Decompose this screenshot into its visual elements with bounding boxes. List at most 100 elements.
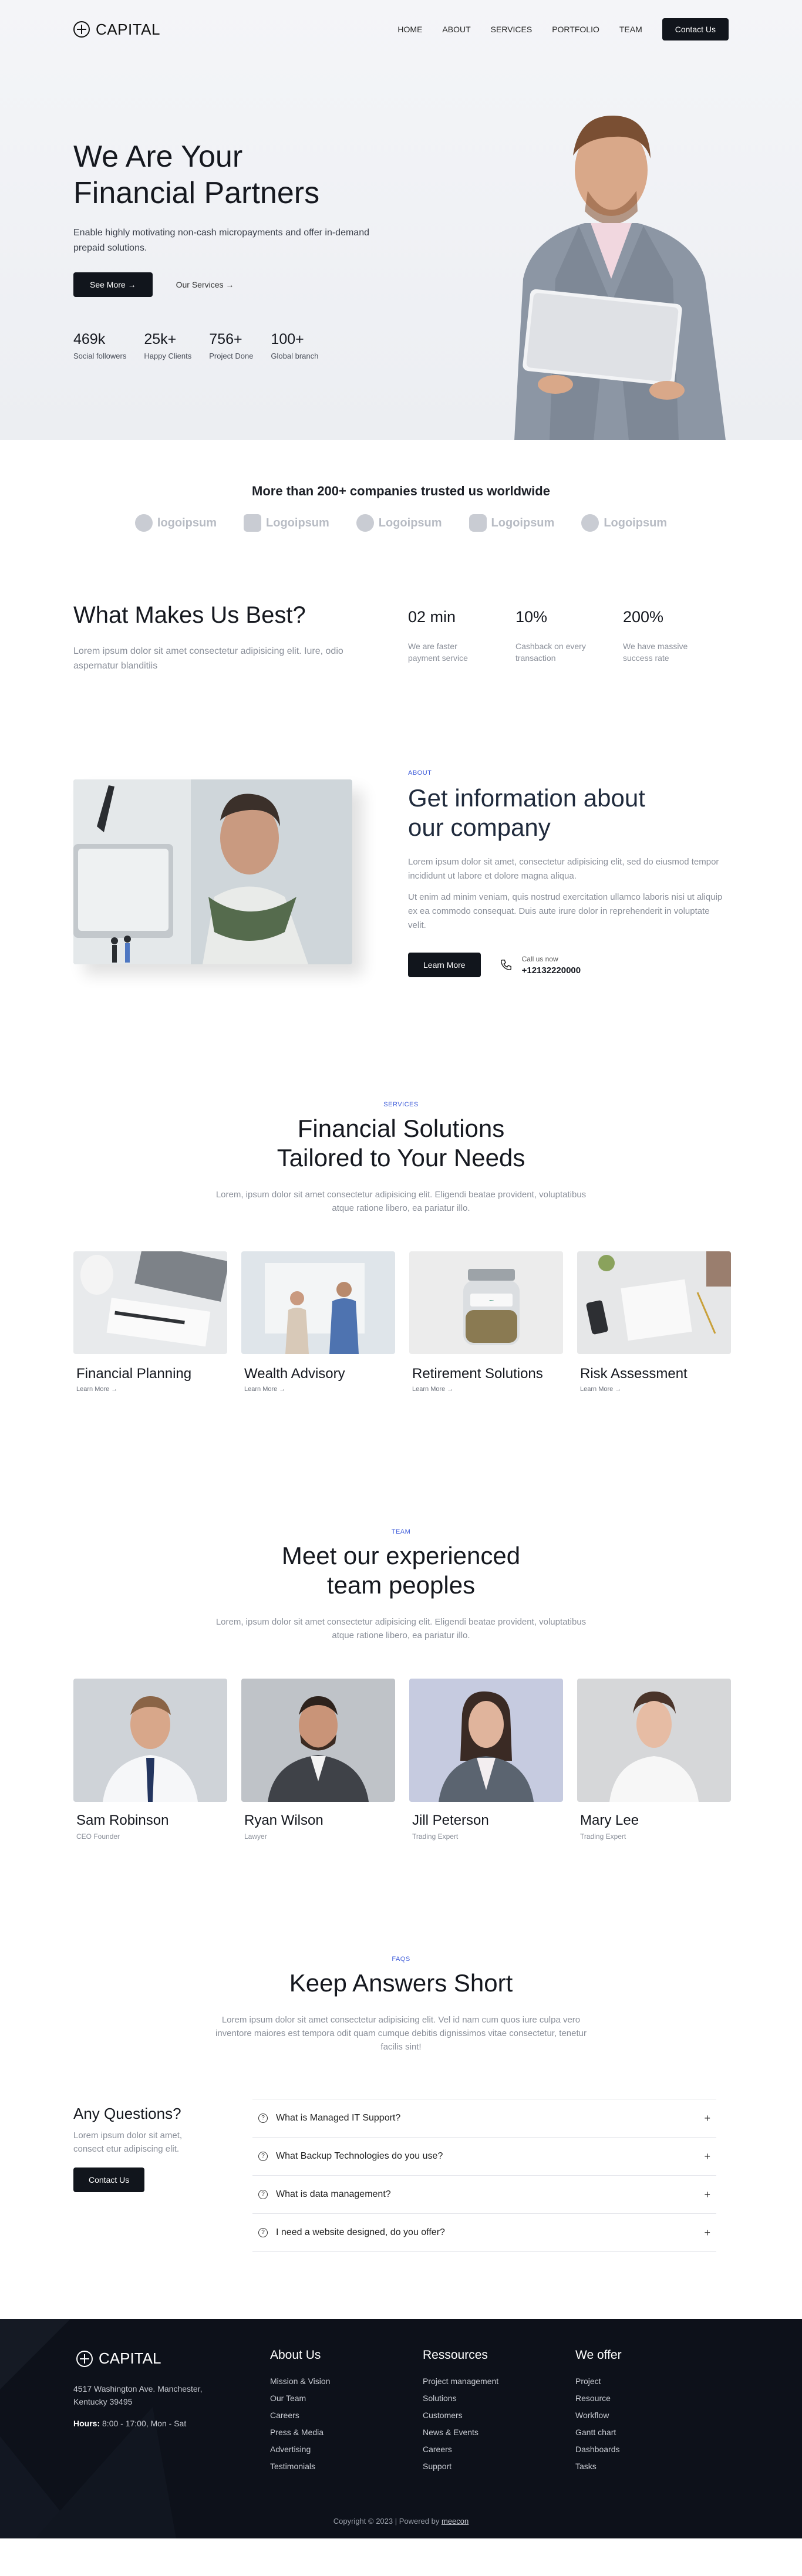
nav-link-team[interactable]: TEAM (619, 25, 642, 34)
why-stat-speed: 02 min We are faster payment service (408, 608, 481, 664)
team-member-photo (241, 1679, 395, 1802)
learn-more-button[interactable]: Learn More (408, 953, 481, 977)
footer-link[interactable]: Our Team (270, 2390, 330, 2407)
nav-link-portfolio[interactable]: PORTFOLIO (552, 25, 599, 34)
footer-link[interactable]: Solutions (423, 2390, 498, 2407)
why-us-title: What Makes Us Best? (73, 602, 306, 628)
footer-link[interactable]: Support (423, 2458, 498, 2475)
footer-link[interactable]: Project management (423, 2373, 498, 2390)
faq-item[interactable]: ? What is Managed IT Support? + (252, 2099, 716, 2138)
service-learn-more-link[interactable]: Learn More → (241, 1386, 395, 1393)
service-card-wealth-advisory[interactable]: Wealth Advisory Learn More → (241, 1251, 395, 1393)
brand-mark-icon (73, 21, 90, 38)
footer-column-we-offer: We offer Project Resource Workflow Gantt… (575, 2348, 622, 2475)
call-text: Call us now +12132220000 (522, 955, 581, 975)
plus-icon[interactable]: + (704, 2227, 710, 2239)
brand-name: CAPITAL (96, 20, 160, 38)
why-us-intro: What Makes Us Best? Lorem ipsum dolor si… (73, 602, 343, 673)
plus-icon[interactable]: + (704, 2150, 710, 2163)
faq-item[interactable]: ? What is data management? + (252, 2176, 716, 2214)
site-footer: CAPITAL 4517 Washington Ave. Manchester,… (0, 2319, 802, 2538)
faq-question: ? What Backup Technologies do you use? (258, 2151, 443, 2162)
why-stat-value: 10% (515, 608, 548, 626)
nav-contact-button[interactable]: Contact Us (662, 18, 729, 40)
nav-link-services[interactable]: SERVICES (491, 25, 533, 34)
footer-link[interactable]: Careers (423, 2441, 498, 2458)
footer-copyright: Copyright © 2023 | Powered by meecon (0, 2517, 802, 2526)
trusted-companies-section: More than 200+ companies trusted us worl… (0, 440, 802, 575)
stat-social-followers: 469k Social followers (73, 331, 126, 360)
team-member-role: Trading Expert (412, 1832, 459, 1841)
call-us[interactable]: Call us now +12132220000 (500, 955, 581, 975)
call-label: Call us now (521, 954, 558, 963)
stat-label: Social followers (73, 352, 127, 360)
top-navigation: CAPITAL HOME ABOUT SERVICES PORTFOLIO TE… (73, 0, 729, 59)
faq-question: ? What is Managed IT Support? (258, 2113, 400, 2123)
footer-link[interactable]: Customers (423, 2407, 498, 2424)
about-section: ABOUT Get information about our company … (0, 769, 802, 1101)
service-learn-more-link[interactable]: Learn More → (577, 1386, 731, 1393)
footer-link[interactable]: Mission & Vision (270, 2373, 330, 2390)
service-learn-more-link[interactable]: Learn More → (409, 1386, 563, 1393)
footer-link[interactable]: News & Events (423, 2424, 498, 2441)
team-member-name: Sam Robinson (76, 1812, 169, 1828)
service-card-retirement-solutions[interactable]: ~ Retirement Solutions Learn More → (409, 1251, 563, 1393)
brand-logo[interactable]: CAPITAL (73, 21, 160, 39)
footer-link[interactable]: Careers (270, 2407, 330, 2424)
footer-link[interactable]: Workflow (575, 2407, 622, 2424)
faq-question-text: I need a website designed, do you offer? (276, 2227, 445, 2237)
team-member-card[interactable]: Sam Robinson CEO Founder (73, 1679, 227, 1841)
footer-link[interactable]: Gantt chart (575, 2424, 622, 2441)
team-eyebrow: TEAM (391, 1528, 411, 1535)
team-member-card[interactable]: Ryan Wilson Lawyer (241, 1679, 395, 1841)
logoipsum-icon (581, 514, 599, 532)
faq-eyebrow: FAQS (392, 1956, 410, 1963)
team-member-card[interactable]: Mary Lee Trading Expert (577, 1679, 731, 1841)
footer-link[interactable]: Press & Media (270, 2424, 330, 2441)
team-cards: Sam Robinson CEO Founder Ryan Wilson Law… (0, 1679, 802, 1841)
brand-mark-icon (76, 2350, 93, 2367)
service-learn-more-link[interactable]: Learn More → (73, 1386, 227, 1393)
why-stat-value: 200% (623, 608, 664, 626)
faq-text: Lorem ipsum dolor sit amet consectetur a… (215, 2015, 587, 2052)
footer-link[interactable]: Testimonials (270, 2458, 330, 2475)
plus-icon[interactable]: + (704, 2189, 710, 2201)
footer-link[interactable]: Dashboards (575, 2441, 622, 2458)
footer-hours-value: 8:00 - 17:00, Mon - Sat (100, 2419, 187, 2428)
team-member-role: CEO Founder (76, 1832, 120, 1841)
avatar (241, 1679, 395, 1802)
faq-question: ? What is data management? (258, 2189, 391, 2200)
service-image (73, 1251, 227, 1354)
team-member-name: Ryan Wilson (244, 1812, 324, 1828)
about-content: ABOUT Get information about our company … (408, 767, 725, 977)
faq-item[interactable]: ? I need a website designed, do you offer… (252, 2214, 716, 2252)
why-us-stats: 02 min We are faster payment service 10%… (408, 608, 696, 664)
team-member-card[interactable]: Jill Peterson Trading Expert (409, 1679, 563, 1841)
powered-by-link[interactable]: meecon (442, 2517, 469, 2526)
service-card-financial-planning[interactable]: Financial Planning Learn More → (73, 1251, 227, 1393)
faq-item[interactable]: ? What Backup Technologies do you use? + (252, 2138, 716, 2176)
stat-label: Global branch (271, 352, 319, 360)
stat-happy-clients: 25k+ Happy Clients (144, 331, 191, 360)
logoipsum-icon (244, 514, 262, 532)
nav-link-home[interactable]: HOME (397, 25, 422, 34)
footer-brand[interactable]: CAPITAL (76, 2349, 161, 2368)
plus-icon[interactable]: + (704, 2112, 710, 2125)
question-icon: ? (258, 2228, 268, 2237)
see-more-button[interactable]: See More → (73, 272, 153, 297)
office-photo-illustration (73, 779, 352, 964)
service-card-risk-assessment[interactable]: Risk Assessment Learn More → (577, 1251, 731, 1393)
service-image (577, 1251, 731, 1354)
hero-businessman-image (514, 115, 726, 440)
partner-logo: Logoipsum (469, 514, 554, 532)
footer-hours-label: Hours: (73, 2419, 100, 2428)
services-section: SERVICES Financial Solutions Tailored to… (0, 1101, 802, 1528)
footer-link[interactable]: Advertising (270, 2441, 330, 2458)
footer-link[interactable]: Tasks (575, 2458, 622, 2475)
our-services-link[interactable]: Our Services → (176, 280, 234, 289)
faq-contact-button[interactable]: Contact Us (73, 2168, 145, 2192)
footer-link[interactable]: Resource (575, 2390, 622, 2407)
nav-link-about[interactable]: ABOUT (442, 25, 470, 34)
call-number: +12132220000 (521, 965, 581, 975)
footer-link[interactable]: Project (575, 2373, 622, 2390)
